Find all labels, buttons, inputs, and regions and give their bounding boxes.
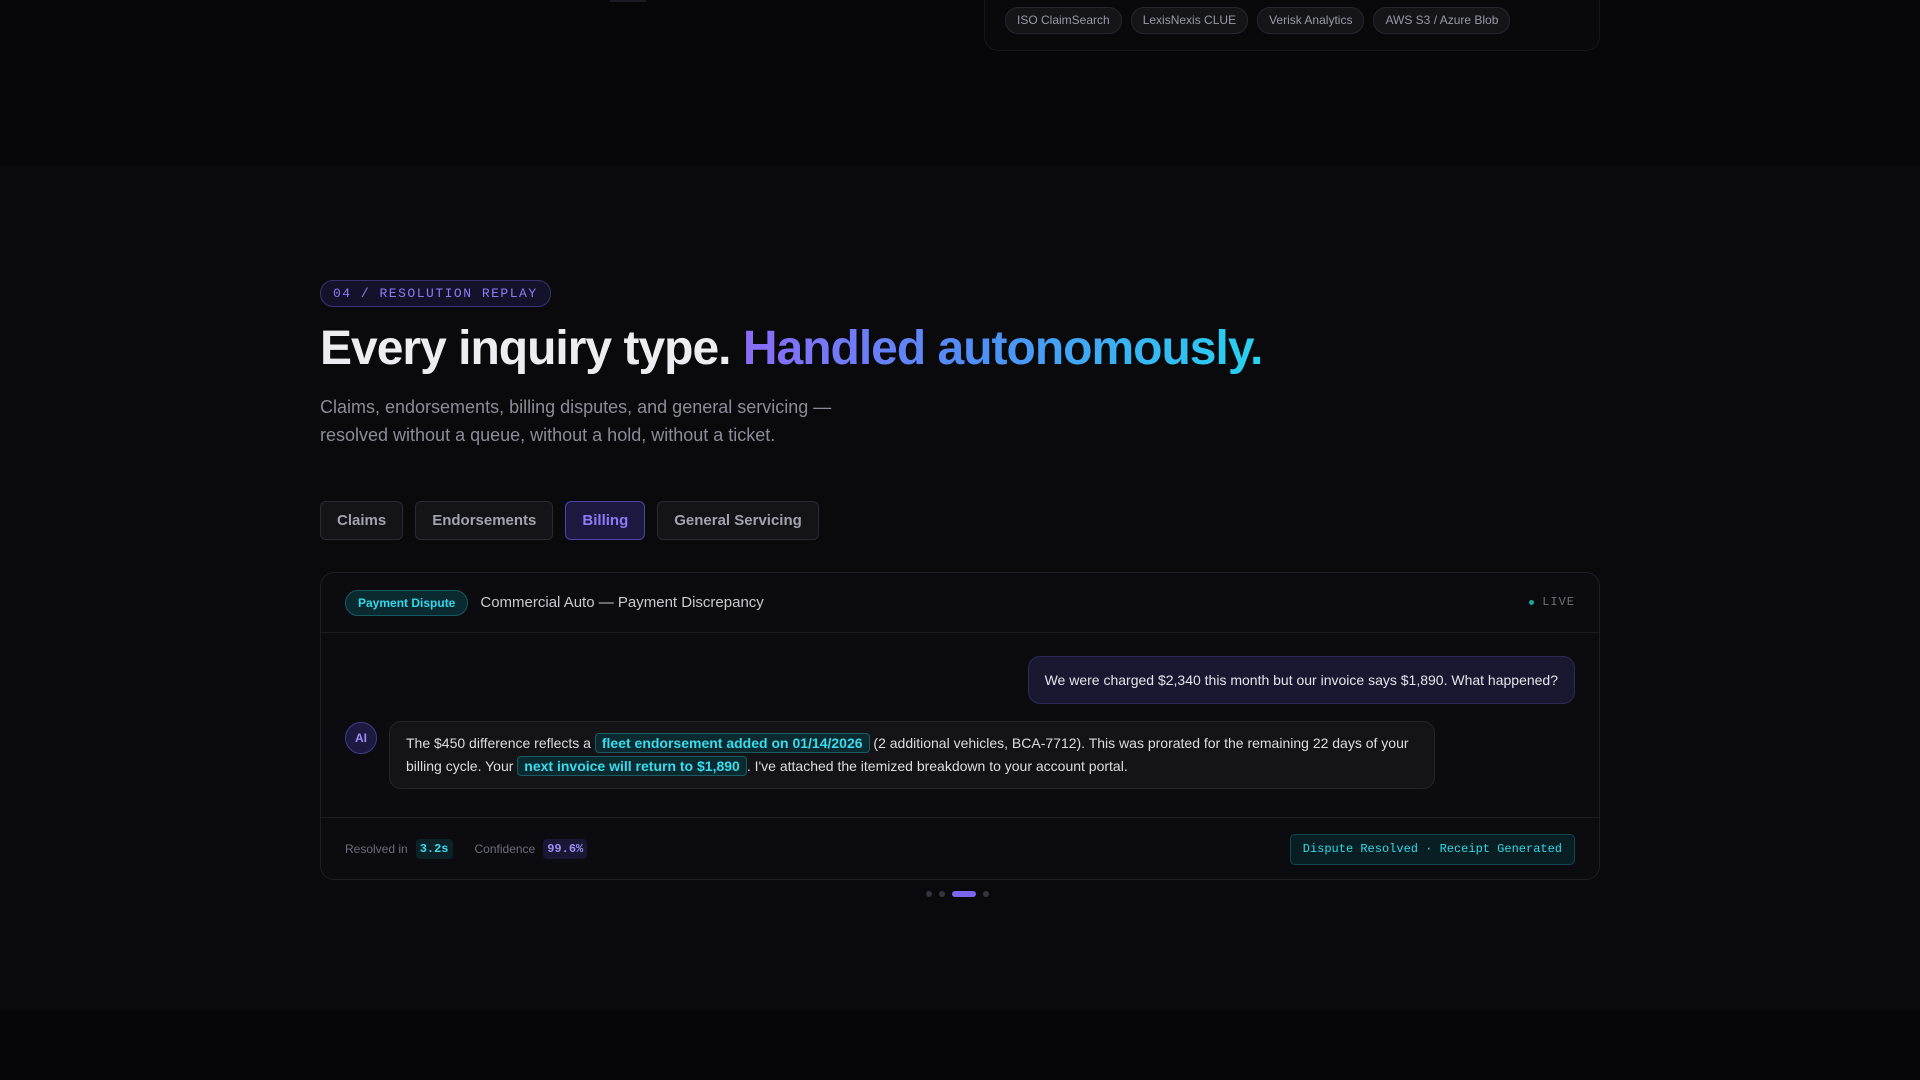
ai-message: The $450 difference reflects a fleet end… xyxy=(389,721,1435,789)
panel-header: Payment Dispute Commercial Auto — Paymen… xyxy=(321,573,1599,633)
tab-billing[interactable]: Billing xyxy=(565,501,646,540)
highlight-endorsement: fleet endorsement added on 01/14/2026 xyxy=(594,733,870,753)
live-dot-icon xyxy=(1529,599,1535,605)
divider xyxy=(610,0,646,2)
integration-chip: ISO ClaimSearch xyxy=(1005,7,1122,34)
inquiry-type-tabs: Claims Endorsements Billing General Serv… xyxy=(320,501,1600,540)
conversation: We were charged $2,340 this month but ou… xyxy=(321,633,1599,817)
carousel-dot[interactable] xyxy=(939,891,945,897)
resolved-value: 3.2s xyxy=(415,838,453,859)
carousel-dot[interactable] xyxy=(926,891,932,897)
resolved-time-stat: Resolved in 3.2s xyxy=(345,838,453,859)
headline-plain: Every inquiry type. xyxy=(320,322,743,375)
tab-general-servicing[interactable]: General Servicing xyxy=(657,501,819,540)
carousel-dot[interactable] xyxy=(983,891,989,897)
section-eyebrow: 04 / RESOLUTION REPLAY xyxy=(320,280,551,307)
panel-footer: Resolved in 3.2s Confidence 99.6% Disput… xyxy=(321,817,1599,879)
headline-gradient: Handled autonomously. xyxy=(742,322,1263,375)
ai-avatar: AI xyxy=(345,722,377,754)
status-badge: Dispute Resolved · Receipt Generated xyxy=(1289,834,1575,865)
inquiry-badge: Payment Dispute xyxy=(345,589,469,616)
carousel-dots xyxy=(926,891,989,897)
confidence-stat: Confidence 99.6% xyxy=(474,838,588,859)
replay-panel: Payment Dispute Commercial Auto — Paymen… xyxy=(320,572,1600,880)
previous-section: ISO ClaimSearch LexisNexis CLUE Verisk A… xyxy=(0,0,1920,166)
confidence-value: 99.6% xyxy=(543,838,588,859)
user-message: We were charged $2,340 this month but ou… xyxy=(1027,656,1575,704)
ai-message-text: . I've attached the itemized breakdown t… xyxy=(746,758,1128,774)
section-subtitle: Claims, endorsements, billing disputes, … xyxy=(320,397,832,445)
highlight-next-invoice: next invoice will return to $1,890 xyxy=(517,756,747,776)
page-title: Every inquiry type. Handled autonomously… xyxy=(320,321,1600,377)
integrations-card: ISO ClaimSearch LexisNexis CLUE Verisk A… xyxy=(984,0,1600,51)
next-section xyxy=(0,1010,1920,1080)
resolved-label: Resolved in xyxy=(345,841,408,856)
ai-message-text: The $450 difference reflects a xyxy=(406,735,595,751)
integration-chip: LexisNexis CLUE xyxy=(1130,7,1249,34)
tab-claims[interactable]: Claims xyxy=(320,501,404,540)
integration-chip-list: ISO ClaimSearch LexisNexis CLUE Verisk A… xyxy=(1005,7,1511,34)
case-title: Commercial Auto — Payment Discrepancy xyxy=(480,594,764,611)
carousel-dot-active[interactable] xyxy=(952,891,976,897)
integration-chip: AWS S3 / Azure Blob xyxy=(1373,7,1511,34)
confidence-label: Confidence xyxy=(474,841,536,856)
live-indicator: LIVE xyxy=(1529,595,1575,609)
resolution-replay-section: 04 / RESOLUTION REPLAY Every inquiry typ… xyxy=(320,280,1600,880)
live-label: LIVE xyxy=(1542,595,1575,609)
tab-endorsements[interactable]: Endorsements xyxy=(415,501,554,540)
integration-chip: Verisk Analytics xyxy=(1257,7,1365,34)
